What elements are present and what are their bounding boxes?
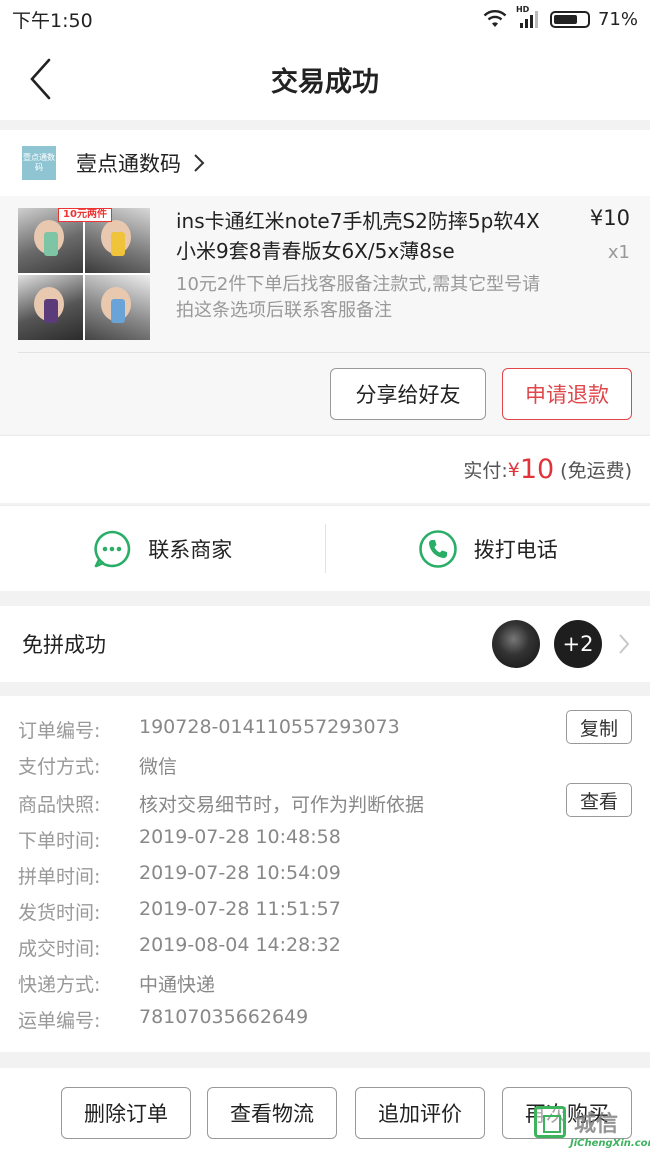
paid-label: 实付: (463, 460, 508, 482)
order-details: 订单编号: 190728-014110557293073 复制 支付方式: 微信… (0, 696, 650, 1052)
detail-value: 2019-07-28 10:48:58 (139, 826, 341, 848)
copy-button[interactable]: 复制 (566, 710, 632, 744)
detail-label: 运单编号: (18, 1010, 101, 1032)
detail-value: 2019-08-04 14:28:32 (139, 934, 341, 956)
divider (18, 352, 650, 353)
detail-label: 快递方式: (18, 974, 101, 996)
back-arrow-icon (30, 58, 51, 100)
watermark-text: 城信 (574, 1112, 619, 1137)
product-quantity: x1 (607, 242, 630, 263)
detail-row-complete-time: 成交时间: 2019-08-04 14:28:32 (18, 934, 341, 961)
header: 交易成功 (0, 38, 650, 120)
product-price: ¥10 (589, 206, 630, 230)
avatar (492, 620, 540, 668)
refund-button[interactable]: 申请退款 (502, 368, 632, 420)
contact-merchant-button[interactable]: 联系商家 (0, 506, 325, 591)
paid-currency: ¥ (507, 458, 520, 481)
battery-icon (549, 10, 590, 28)
contact-row: 联系商家 拨打电话 (0, 505, 650, 591)
promo-tag: 10元两件 (58, 208, 112, 222)
watermark: 城信 JiChengXin.com (530, 1104, 650, 1152)
chevron-right-icon (194, 154, 205, 172)
detail-value: 2019-07-28 10:54:09 (139, 862, 341, 884)
watermark-logo-icon (534, 1106, 566, 1138)
product-image[interactable]: 10元两件 (18, 208, 150, 340)
watermark-subtext: JiChengXin.com (570, 1138, 650, 1149)
phone-icon (418, 529, 457, 568)
group-buy-row[interactable]: 免拼成功 +2 (0, 606, 650, 682)
status-icons: HD 71% (482, 5, 638, 30)
detail-value: 78107035662649 (139, 1006, 309, 1028)
detail-label: 商品快照: (18, 794, 101, 816)
product-card[interactable]: 10元两件 ins卡通红米note7手机壳S2防摔5p软4X小米9套8青春版女6… (0, 196, 650, 434)
call-phone-button[interactable]: 拨打电话 (326, 506, 650, 591)
contact-merchant-label: 联系商家 (148, 537, 233, 562)
detail-label: 成交时间: (18, 938, 101, 960)
detail-label: 订单编号: (18, 720, 101, 742)
detail-value: 190728-014110557293073 (139, 716, 400, 738)
detail-value: 中通快递 (139, 974, 216, 996)
detail-row-ship-time: 发货时间: 2019-07-28 11:51:57 (18, 898, 341, 925)
detail-row-snapshot: 商品快照: 核对交易细节时，可作为判断依据 (18, 790, 424, 817)
shipping-note: (免运费) (560, 460, 632, 482)
shop-logo: 壹点通数码 (22, 146, 56, 180)
wifi-icon (483, 10, 507, 27)
status-bar: 下午1:50 HD 71% (0, 0, 650, 38)
detail-label: 支付方式: (18, 756, 101, 778)
chat-icon (94, 530, 131, 567)
status-time: 下午1:50 (12, 9, 93, 32)
detail-row-order-number: 订单编号: 190728-014110557293073 (18, 716, 400, 743)
more-members-avatar: +2 (554, 620, 602, 668)
product-title[interactable]: ins卡通红米note7手机壳S2防摔5p软4X小米9套8青春版女6X/5x薄8… (176, 206, 552, 266)
detail-value: 微信 (139, 756, 178, 778)
detail-label: 拼单时间: (18, 866, 101, 888)
view-snapshot-button[interactable]: 查看 (566, 783, 632, 817)
view-logistics-button[interactable]: 查看物流 (207, 1087, 337, 1139)
payment-summary: 实付: ¥ 10 (免运费) (0, 435, 650, 503)
battery-percent: 71% (597, 8, 638, 30)
detail-row-tracking-number: 运单编号: 78107035662649 (18, 1006, 308, 1033)
group-status-label: 免拼成功 (22, 633, 106, 657)
battery-fill (553, 14, 577, 24)
product-description: 10元2件下单后找客服备注款式,需其它型号请拍这条选项后联系客服备注 (176, 274, 541, 321)
page-title: 交易成功 (271, 66, 379, 98)
back-button[interactable] (18, 54, 62, 104)
paid-amount: 10 (519, 454, 555, 485)
detail-value: 2019-07-28 11:51:57 (139, 898, 341, 920)
detail-row-order-time: 下单时间: 2019-07-28 10:48:58 (18, 826, 341, 853)
signal-icon: HD (516, 5, 542, 30)
chevron-right-icon (619, 634, 630, 654)
more-members-count: +2 (562, 632, 594, 656)
shop-row[interactable]: 壹点通数码 壹点通数码 (0, 130, 650, 196)
detail-row-payment-method: 支付方式: 微信 (18, 752, 177, 779)
share-button[interactable]: 分享给好友 (330, 368, 486, 420)
detail-value: 核对交易细节时，可作为判断依据 (139, 794, 425, 816)
detail-row-group-time: 拼单时间: 2019-07-28 10:54:09 (18, 862, 341, 889)
detail-label: 发货时间: (18, 902, 101, 924)
shop-name: 壹点通数码 (76, 152, 181, 176)
detail-label: 下单时间: (18, 830, 101, 852)
delete-order-button[interactable]: 删除订单 (61, 1087, 191, 1139)
detail-row-courier: 快递方式: 中通快递 (18, 970, 215, 997)
call-phone-label: 拨打电话 (473, 537, 558, 562)
add-review-button[interactable]: 追加评价 (355, 1087, 485, 1139)
shop-logo-text: 壹点通数码 (23, 153, 55, 172)
